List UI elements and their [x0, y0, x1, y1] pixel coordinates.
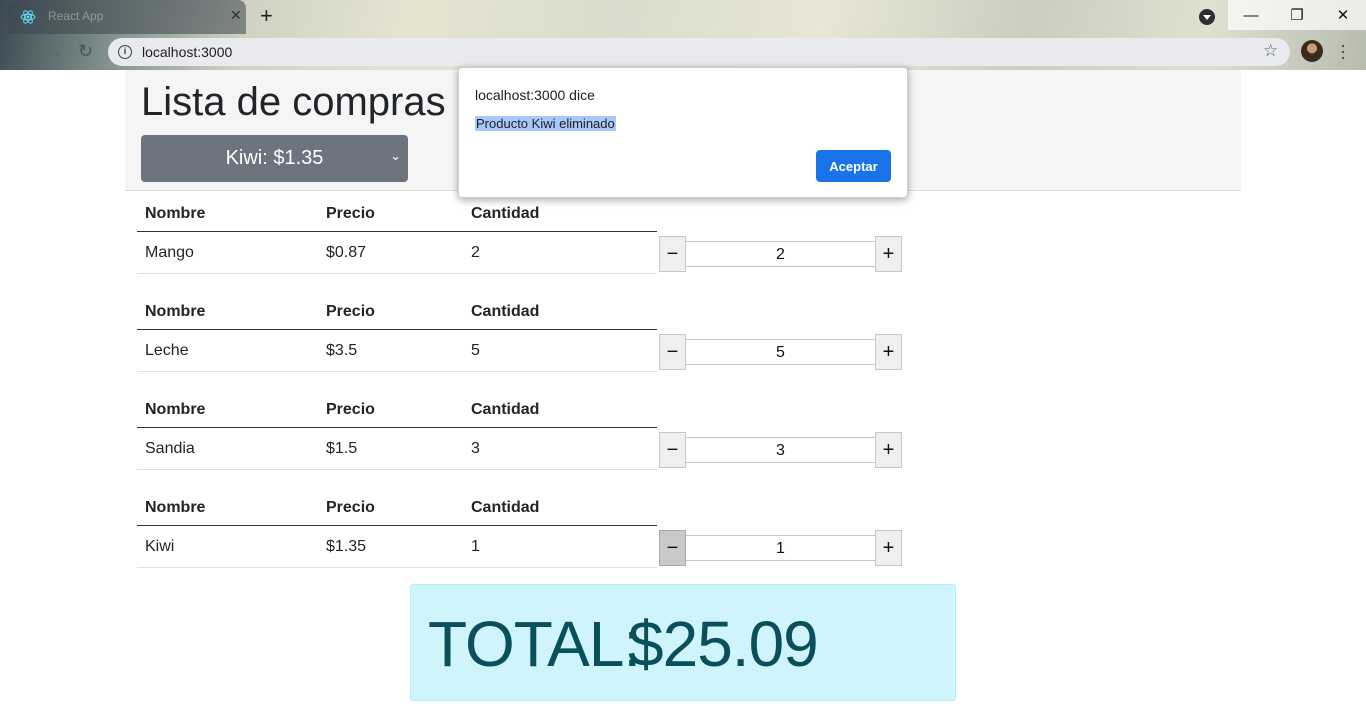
- info-icon[interactable]: i: [118, 45, 132, 59]
- header-cantidad: Cantidad: [471, 204, 540, 222]
- increment-button[interactable]: +: [875, 432, 902, 468]
- item-qty: 1: [471, 538, 480, 555]
- item-qty: 5: [471, 342, 480, 359]
- item-name: Leche: [145, 342, 189, 359]
- item-price: $3.5: [326, 342, 358, 359]
- forward-icon[interactable]: →: [46, 41, 64, 62]
- quantity-stepper: − 1 +: [659, 530, 902, 566]
- browser-chrome: React App ✕ + — ❐ ✕ ← → ↻ i localhost:30…: [0, 0, 1366, 70]
- table-row: Mango $0.87 2: [137, 233, 657, 274]
- minimize-icon[interactable]: —: [1228, 0, 1274, 30]
- header-cantidad: Cantidad: [471, 498, 540, 516]
- alert-dialog: localhost:3000 dice Producto Kiwi elimin…: [458, 67, 908, 198]
- decrement-button[interactable]: −: [659, 432, 686, 468]
- total-box: TOTAL: $25.09: [410, 584, 956, 701]
- table-row: Kiwi $1.35 1: [137, 527, 657, 568]
- header-precio: Precio: [326, 204, 375, 222]
- page-title: Lista de compras: [141, 80, 446, 124]
- product-select-value: Kiwi: $1.35: [225, 147, 324, 169]
- item-price: $0.87: [326, 244, 367, 261]
- header-precio: Precio: [326, 302, 375, 320]
- react-icon: [20, 10, 36, 24]
- quantity-input[interactable]: 2: [686, 241, 875, 267]
- increment-button[interactable]: +: [875, 334, 902, 370]
- tab-search-icon[interactable]: [1199, 9, 1215, 25]
- quantity-stepper: − 5 +: [659, 334, 902, 370]
- url-text[interactable]: localhost:3000: [142, 44, 232, 60]
- header-nombre: Nombre: [145, 204, 206, 222]
- back-icon[interactable]: ←: [14, 41, 32, 62]
- quantity-stepper: − 3 +: [659, 432, 902, 468]
- table-header: Nombre Precio Cantidad: [137, 490, 657, 526]
- header-cantidad: Cantidad: [471, 302, 540, 320]
- quantity-input[interactable]: 1: [686, 535, 875, 561]
- new-tab-icon[interactable]: +: [260, 3, 273, 29]
- quantity-input[interactable]: 3: [686, 437, 875, 463]
- item-qty: 2: [471, 244, 480, 261]
- table-header: Nombre Precio Cantidad: [137, 294, 657, 330]
- item-qty: 3: [471, 440, 480, 457]
- accept-button[interactable]: Aceptar: [816, 150, 891, 182]
- chevron-down-icon: ⌄: [390, 148, 401, 163]
- menu-icon[interactable]: · · ·: [1340, 36, 1346, 66]
- header-nombre: Nombre: [145, 498, 206, 516]
- table-row: Sandia $1.5 3: [137, 429, 657, 470]
- profile-avatar[interactable]: [1301, 40, 1323, 62]
- tab-title: React App: [48, 9, 104, 23]
- restore-icon[interactable]: ❐: [1274, 0, 1320, 30]
- dialog-message: Producto Kiwi eliminado: [475, 116, 616, 131]
- item-name: Mango: [145, 244, 194, 261]
- bookmark-star-icon[interactable]: ☆: [1263, 41, 1278, 61]
- item-price: $1.35: [326, 538, 367, 555]
- quantity-input[interactable]: 5: [686, 339, 875, 365]
- reload-icon[interactable]: ↻: [78, 41, 93, 62]
- quantity-stepper: − 2 +: [659, 236, 902, 272]
- total-label: TOTAL:: [428, 608, 641, 680]
- browser-tab[interactable]: React App ✕: [8, 0, 246, 34]
- table-row: Leche $3.5 5: [137, 331, 657, 372]
- header-cantidad: Cantidad: [471, 400, 540, 418]
- header-nombre: Nombre: [145, 400, 206, 418]
- header-precio: Precio: [326, 498, 375, 516]
- product-select[interactable]: Kiwi: $1.35 ⌄: [141, 135, 408, 182]
- close-window-icon[interactable]: ✕: [1320, 0, 1366, 30]
- table-header: Nombre Precio Cantidad: [137, 392, 657, 428]
- decrement-button[interactable]: −: [659, 334, 686, 370]
- decrement-button[interactable]: −: [659, 236, 686, 272]
- total-value: $25.09: [628, 608, 819, 680]
- address-bar[interactable]: i localhost:3000 ☆: [108, 38, 1290, 66]
- header-precio: Precio: [326, 400, 375, 418]
- item-name: Sandia: [145, 440, 195, 457]
- tab-close-icon[interactable]: ✕: [230, 7, 242, 24]
- item-name: Kiwi: [145, 538, 175, 555]
- decrement-button[interactable]: −: [659, 530, 686, 566]
- dialog-title: localhost:3000 dice: [475, 87, 595, 103]
- increment-button[interactable]: +: [875, 236, 902, 272]
- table-header: Nombre Precio Cantidad: [137, 196, 657, 232]
- increment-button[interactable]: +: [875, 530, 902, 566]
- item-price: $1.5: [326, 440, 358, 457]
- header-nombre: Nombre: [145, 302, 206, 320]
